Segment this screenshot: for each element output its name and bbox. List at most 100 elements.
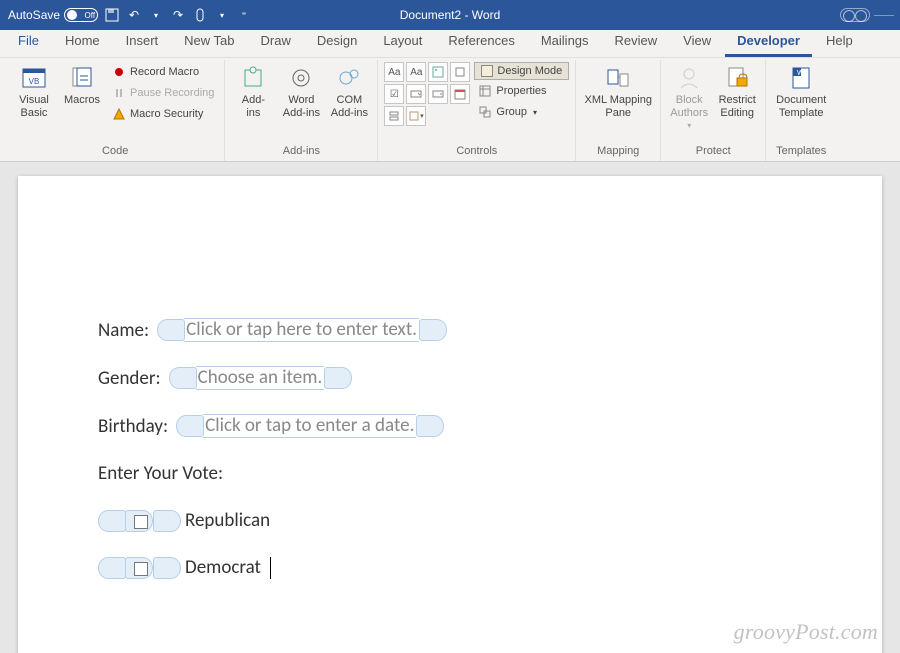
autosave-label: AutoSave [8, 8, 60, 22]
content-control-handle-icon[interactable] [176, 415, 204, 437]
gender-placeholder[interactable]: Choose an item. [196, 366, 325, 390]
group-label: Code [12, 143, 218, 161]
group-label: Protect [667, 143, 759, 161]
tab-insert[interactable]: Insert [114, 28, 171, 57]
vote-option1-label: Republican [185, 509, 270, 532]
tab-new[interactable]: New Tab [172, 28, 246, 57]
warning-icon [112, 107, 126, 121]
macro-security-button[interactable]: Macro Security [108, 104, 218, 124]
content-control-handle-icon[interactable] [98, 557, 126, 579]
gear-icon [335, 64, 363, 92]
vote-option1-checkbox[interactable] [98, 510, 181, 532]
tab-file[interactable]: File [6, 28, 51, 57]
word-doc-icon: W [787, 64, 815, 92]
touch-mouse-icon[interactable] [192, 7, 208, 23]
addins-button[interactable]: Add- ins [231, 62, 275, 121]
chevron-down-icon[interactable]: ▾ [214, 7, 230, 23]
properties-icon [478, 84, 492, 98]
content-control-handle-icon[interactable] [153, 557, 181, 579]
document-page[interactable]: Name: Click or tap here to enter text. G… [18, 176, 882, 653]
birthday-placeholder[interactable]: Click or tap to enter a date. [203, 414, 416, 438]
block-authors-button: Block Authors ▾ [667, 62, 711, 132]
undo-icon[interactable]: ↶ [126, 7, 142, 23]
repeating-section-control-icon[interactable] [384, 106, 404, 126]
group-templates: W Document Template Templates [766, 60, 836, 161]
checkbox-icon[interactable] [125, 510, 153, 532]
group-label: Mapping [582, 143, 654, 161]
tab-mailings[interactable]: Mailings [529, 28, 601, 57]
checkbox-control-icon[interactable]: ☑ [384, 84, 404, 104]
birthday-content-control[interactable]: Click or tap to enter a date. [176, 414, 444, 438]
rich-text-control-icon[interactable]: Aa [384, 62, 404, 82]
gender-label: Gender: [98, 367, 161, 390]
tab-review[interactable]: Review [603, 28, 670, 57]
com-addins-button[interactable]: COM Add-ins [327, 62, 371, 121]
document-area: Name: Click or tap here to enter text. G… [0, 162, 900, 653]
restrict-editing-button[interactable]: Restrict Editing [715, 62, 759, 121]
vote-option2-checkbox[interactable] [98, 557, 181, 579]
gender-content-control[interactable]: Choose an item. [169, 366, 353, 390]
pause-recording-button: Pause Recording [108, 83, 218, 103]
macros-icon [68, 64, 96, 92]
content-control-handle-icon[interactable] [416, 415, 444, 437]
datepicker-control-icon[interactable] [450, 84, 470, 104]
group-button[interactable]: Group ▾ [474, 102, 569, 122]
vote-heading: Enter Your Vote: [98, 462, 223, 485]
tab-design[interactable]: Design [305, 28, 369, 57]
redo-icon[interactable]: ↷ [170, 7, 186, 23]
birthday-label: Birthday: [98, 415, 168, 438]
design-mode-button[interactable]: Design Mode [474, 62, 569, 80]
content-control-handle-icon[interactable] [153, 510, 181, 532]
group-code: VB Visual Basic Macros Record Macro Paus… [6, 60, 225, 161]
gear-icon [287, 64, 315, 92]
tab-draw[interactable]: Draw [249, 28, 303, 57]
tab-references[interactable]: References [436, 28, 526, 57]
customize-qat-icon[interactable]: ⁼ [236, 7, 252, 23]
building-block-control-icon[interactable] [450, 62, 470, 82]
pause-icon [112, 86, 126, 100]
xml-mapping-button[interactable]: XML Mapping Pane [582, 62, 654, 121]
ribbon: VB Visual Basic Macros Record Macro Paus… [0, 58, 900, 162]
autosave-state: Off [85, 11, 96, 20]
xml-mapping-icon [604, 64, 632, 92]
vote-option2-label: Democrat [185, 556, 261, 579]
content-control-handle-icon[interactable] [169, 367, 197, 389]
content-control-handle-icon[interactable] [419, 319, 447, 341]
save-icon[interactable] [104, 7, 120, 23]
group-mapping: XML Mapping Pane Mapping [576, 60, 661, 161]
chevron-down-icon[interactable]: ▾ [148, 7, 164, 23]
tab-help[interactable]: Help [814, 28, 865, 57]
titlebar: AutoSave Off ↶ ▾ ↷ ▾ ⁼ Document2 - Word [0, 0, 900, 30]
content-control-handle-icon[interactable] [324, 367, 352, 389]
legacy-tools-icon[interactable] [406, 106, 426, 126]
tab-developer[interactable]: Developer [725, 28, 812, 57]
record-macro-button[interactable]: Record Macro [108, 62, 218, 82]
macros-button[interactable]: Macros [60, 62, 104, 109]
autosave-toggle[interactable]: AutoSave Off [8, 8, 98, 22]
properties-button[interactable]: Properties [474, 81, 569, 101]
checkbox-icon[interactable] [125, 557, 153, 579]
group-protect: Block Authors ▾ Restrict Editing Protect [661, 60, 766, 161]
design-mode-icon [481, 65, 493, 77]
tab-home[interactable]: Home [53, 28, 112, 57]
content-control-handle-icon[interactable] [98, 510, 126, 532]
picture-control-icon[interactable] [428, 62, 448, 82]
group-addins: Add- ins Word Add-ins COM Add-ins Add-in… [225, 60, 378, 161]
plain-text-control-icon[interactable]: Aa [406, 62, 426, 82]
addins-icon [239, 64, 267, 92]
title-decoration [874, 15, 894, 16]
word-addins-button[interactable]: Word Add-ins [279, 62, 323, 121]
content-control-handle-icon[interactable] [157, 319, 185, 341]
document-title: Document2 - Word [400, 8, 500, 22]
name-content-control[interactable]: Click or tap here to enter text. [157, 318, 447, 342]
document-template-button[interactable]: W Document Template [772, 62, 830, 121]
combobox-control-icon[interactable] [406, 84, 426, 104]
name-placeholder[interactable]: Click or tap here to enter text. [184, 318, 419, 342]
visual-basic-button[interactable]: VB Visual Basic [12, 62, 56, 121]
tab-layout[interactable]: Layout [371, 28, 434, 57]
block-authors-icon [675, 64, 703, 92]
group-controls: Aa Aa ☑ Design [378, 60, 576, 161]
dropdown-control-icon[interactable] [428, 84, 448, 104]
text-cursor [270, 557, 271, 579]
tab-view[interactable]: View [671, 28, 723, 57]
